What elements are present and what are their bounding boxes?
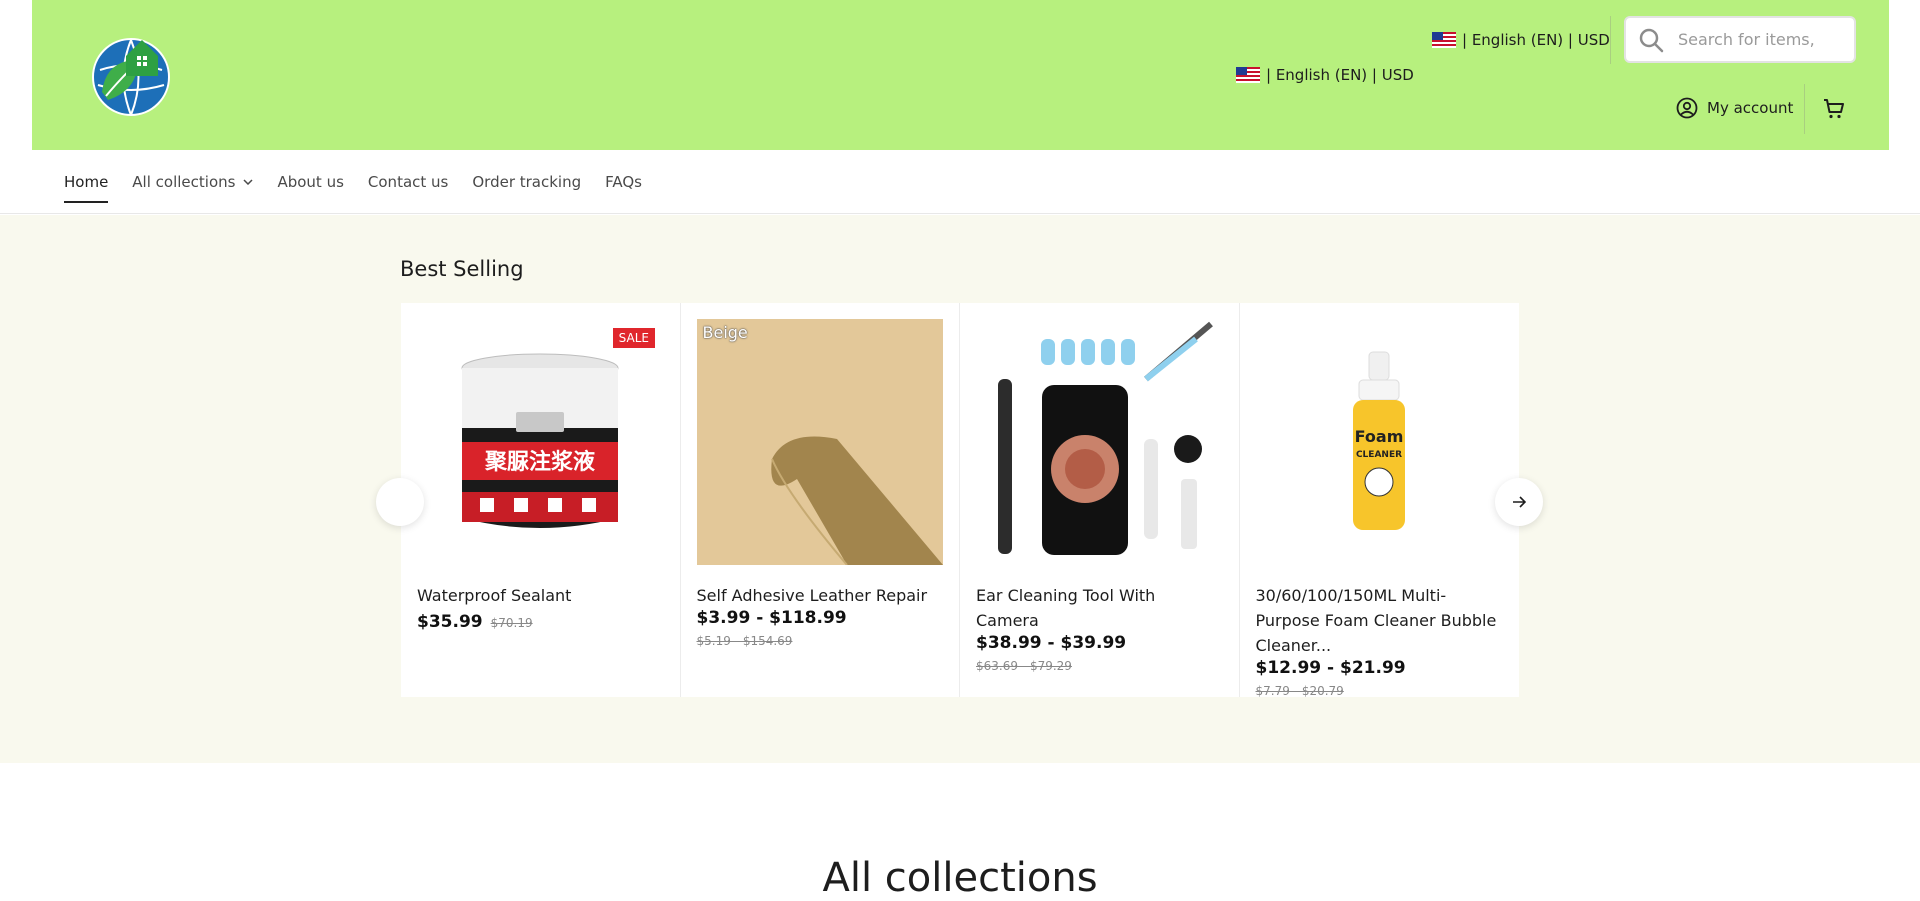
language-currency-label: | English (EN) | USD [1462, 31, 1610, 49]
nav-item-order-tracking[interactable]: Order tracking [472, 173, 581, 191]
nav-item-label: Home [64, 173, 109, 191]
svg-text:Foam: Foam [1354, 427, 1403, 446]
nav-item-contact-us[interactable]: Contact us [368, 173, 448, 191]
main-navigation: Home All collections About us Contact us… [0, 150, 1920, 214]
nav-item-about-us[interactable]: About us [277, 173, 343, 191]
search-box[interactable] [1624, 16, 1856, 63]
language-currency-selector-secondary[interactable]: | English (EN) | USD [1236, 66, 1414, 84]
nav-item-all-collections[interactable]: All collections [132, 173, 253, 191]
chevron-down-icon [243, 179, 253, 185]
product-title[interactable]: Self Adhesive Leather Repair [697, 583, 944, 608]
us-flag-icon [1432, 32, 1456, 48]
search-icon[interactable] [1638, 27, 1664, 53]
user-circle-icon [1676, 97, 1698, 119]
nav-item-home[interactable]: Home [64, 173, 109, 203]
nav-item-faqs[interactable]: FAQs [605, 173, 642, 191]
arrow-right-icon [1513, 496, 1526, 508]
site-logo[interactable] [86, 30, 176, 120]
nav-item-label: Contact us [367, 173, 449, 191]
nav-item-label: About us [277, 173, 344, 191]
product-card[interactable]: 聚脲注浆液 SALE Waterproof Sealant $35.99 $70… [401, 303, 681, 697]
product-price: $3.99 - $118.99 [696, 608, 847, 628]
product-compare-price: $7.79 - $20.79 [1255, 684, 1344, 698]
nav-item-label: Order tracking [472, 173, 582, 191]
product-price: $35.99 [417, 612, 483, 632]
product-carousel: 聚脲注浆液 SALE Waterproof Sealant $35.99 $70… [401, 303, 1519, 698]
cart-icon[interactable] [1822, 97, 1846, 121]
carousel-prev-button[interactable] [376, 478, 424, 526]
product-price: $38.99 - $39.99 [976, 633, 1127, 653]
best-selling-section: Best Selling 聚脲注浆液 SALE Waterproof Seala… [0, 215, 1920, 763]
product-image[interactable] [976, 319, 1222, 565]
product-image[interactable]: Foam CLEANER [1256, 319, 1502, 565]
product-title[interactable]: Waterproof Sealant [417, 583, 664, 608]
product-title[interactable]: 30/60/100/150ML Multi-Purpose Foam Clean… [1256, 583, 1504, 658]
search-input[interactable] [1678, 30, 1848, 49]
variant-label: Beige [702, 323, 748, 342]
product-compare-price: $70.19 [490, 616, 533, 630]
product-card[interactable]: Foam CLEANER 30/60/100/150ML Multi-Purpo… [1239, 303, 1519, 698]
header-divider [1804, 84, 1805, 134]
section-title: Best Selling [400, 257, 524, 281]
product-card[interactable]: Ear Cleaning Tool With Camera $38.99 - $… [960, 303, 1240, 697]
product-card[interactable]: Beige Self Adhesive Leather Repair $3.99… [680, 303, 960, 697]
carousel-next-button[interactable] [1495, 478, 1543, 526]
language-currency-selector[interactable]: | English (EN) | USD [1432, 31, 1610, 49]
header-divider [1610, 16, 1611, 64]
product-compare-price: $5.19 - $154.69 [696, 634, 793, 648]
all-collections-heading: All collections [822, 855, 1098, 901]
language-currency-label: | English (EN) | USD [1266, 66, 1414, 84]
product-image[interactable]: Beige [696, 319, 943, 565]
nav-item-label: FAQs [605, 173, 642, 191]
nav-item-label: All collections [132, 173, 236, 191]
my-account-label: My account [1707, 99, 1794, 117]
product-image[interactable]: 聚脲注浆液 SALE [417, 319, 663, 565]
us-flag-icon [1236, 67, 1260, 83]
site-header: | English (EN) | USD | English (EN) | US… [32, 0, 1889, 150]
product-price: $12.99 - $21.99 [1255, 658, 1406, 678]
arrow-left-icon [393, 496, 406, 508]
svg-text:CLEANER: CLEANER [1355, 450, 1401, 460]
svg-text:聚脲注浆液: 聚脲注浆液 [484, 449, 595, 475]
my-account-link[interactable]: My account [1676, 97, 1793, 119]
product-title[interactable]: Ear Cleaning Tool With Camera [976, 583, 1223, 633]
product-compare-price: $63.69 - $79.29 [976, 659, 1072, 673]
sale-badge: SALE [612, 328, 655, 348]
